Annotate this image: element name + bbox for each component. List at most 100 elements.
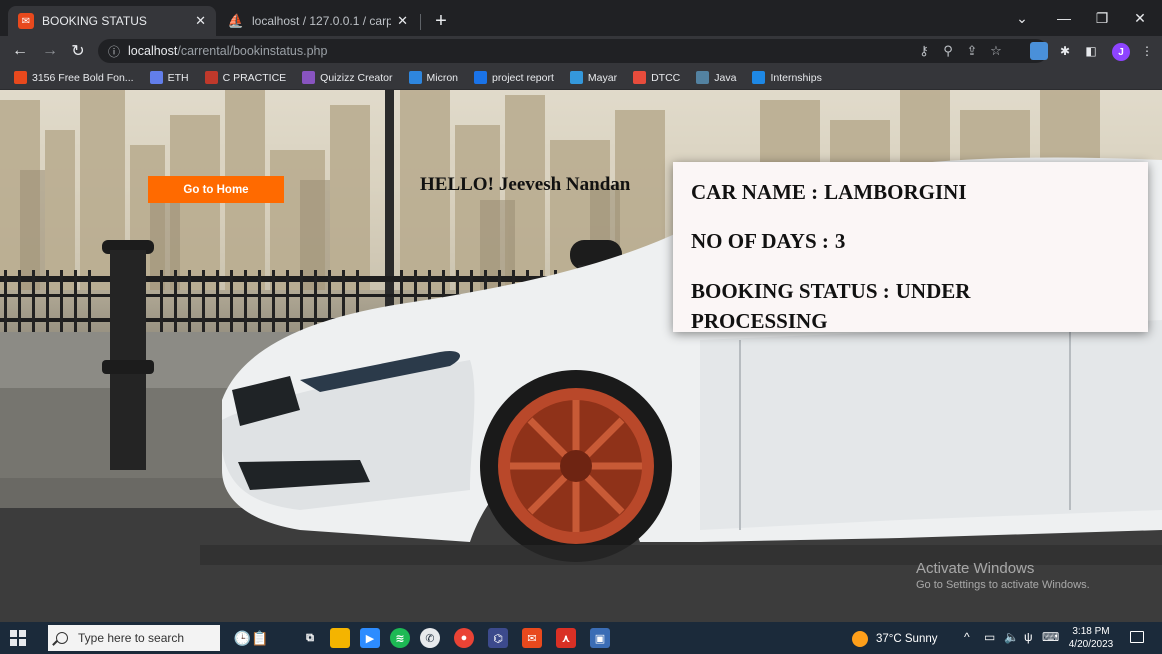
windows-start-button[interactable] bbox=[10, 630, 26, 646]
file-explorer-icon[interactable] bbox=[330, 628, 350, 648]
extension-icon[interactable] bbox=[1030, 42, 1048, 60]
bookmark-label: Java bbox=[714, 71, 737, 84]
menu-kebab-icon[interactable]: ⋮ bbox=[1138, 42, 1156, 60]
bookmark-label: Mayar bbox=[587, 71, 618, 84]
whatsapp-icon[interactable]: ✆ bbox=[420, 628, 440, 648]
bookmark-label: Quizizz Creator bbox=[320, 71, 393, 84]
reload-icon: ↻ bbox=[71, 43, 85, 60]
watermark-subtitle: Go to Settings to activate Windows. bbox=[916, 579, 1090, 591]
side-panel-icon[interactable]: ◧ bbox=[1082, 42, 1100, 60]
bookmark-item[interactable]: Internships bbox=[752, 71, 822, 84]
greeting-heading: HELLO! Jeevesh Nandan bbox=[420, 174, 630, 196]
password-key-icon[interactable]: ⚷ bbox=[914, 41, 934, 61]
taskbar-widgets-icon[interactable]: 🕒📋 bbox=[228, 628, 274, 648]
car-name-label: CAR NAME : bbox=[691, 180, 819, 204]
minimize-icon: — bbox=[1057, 10, 1071, 26]
photos-icon[interactable]: ▣ bbox=[590, 628, 610, 648]
zoom-app-icon[interactable]: ▶ bbox=[360, 628, 380, 648]
days-value: 3 bbox=[834, 229, 846, 253]
user-name: Jeevesh Nandan bbox=[498, 174, 631, 195]
bookmark-favicon-icon bbox=[149, 71, 163, 84]
booking-status-page: Go to Home HELLO! Jeevesh Nandan CAR NAME… bbox=[0, 90, 1162, 622]
zoom-icon[interactable]: ⚲ bbox=[938, 41, 958, 61]
bookmark-favicon-icon bbox=[474, 71, 488, 84]
battery-icon[interactable]: ▭ bbox=[984, 630, 995, 644]
close-icon: ✕ bbox=[1134, 9, 1146, 26]
bookmark-favicon-icon bbox=[569, 71, 583, 84]
sun-icon bbox=[852, 631, 868, 647]
chrome-icon[interactable]: ● bbox=[454, 628, 474, 648]
reload-button[interactable]: ↻ bbox=[66, 39, 90, 63]
profile-avatar[interactable]: J bbox=[1112, 43, 1130, 61]
arrow-left-icon: ← bbox=[12, 42, 28, 59]
bookmark-label: C PRACTICE bbox=[222, 71, 287, 84]
tab-phpmyadmin[interactable]: ⛵ localhost / 127.0.0.1 / carproject ✕ bbox=[218, 6, 418, 36]
keyboard-icon[interactable]: ⌨ bbox=[1042, 630, 1059, 644]
forward-button[interactable]: → bbox=[38, 39, 62, 63]
info-icon[interactable]: ⓘ bbox=[108, 43, 120, 60]
bookmark-label: project report bbox=[492, 71, 554, 84]
bookmark-item[interactable]: Mayar bbox=[569, 71, 618, 84]
language-icon[interactable]: ψ bbox=[1024, 630, 1033, 644]
bookmark-item[interactable]: 3156 Free Bold Fon... bbox=[14, 71, 134, 84]
bookmark-favicon-icon bbox=[633, 71, 647, 84]
bookmark-item[interactable]: Java bbox=[696, 71, 736, 84]
tab-title: BOOKING STATUS bbox=[42, 14, 147, 28]
weather-widget[interactable]: 37°C Sunny bbox=[852, 631, 938, 647]
xampp-icon[interactable]: ✉ bbox=[522, 628, 542, 648]
vscode-icon[interactable]: ⌬ bbox=[488, 628, 508, 648]
bookmark-item[interactable]: ETH bbox=[149, 71, 189, 84]
weather-text: 37°C Sunny bbox=[876, 633, 938, 645]
bookmark-item[interactable]: DTCC bbox=[633, 71, 680, 84]
close-tab-icon[interactable]: ✕ bbox=[195, 13, 206, 29]
tab-booking-status[interactable]: ✉ BOOKING STATUS ✕ bbox=[8, 6, 216, 36]
car-name-row: CAR NAME : LAMBORGINI bbox=[691, 178, 1130, 207]
bookmark-item[interactable]: Micron bbox=[408, 71, 459, 84]
close-window-button[interactable]: ✕ bbox=[1120, 6, 1160, 30]
taskbar-clock[interactable]: 3:18 PM 4/20/2023 bbox=[1066, 625, 1116, 651]
bookmark-favicon-icon bbox=[408, 71, 422, 84]
back-button[interactable]: ← bbox=[8, 39, 32, 63]
go-to-home-button[interactable]: Go to Home bbox=[148, 176, 284, 203]
url-path: /carrental/bookinstatus.php bbox=[177, 44, 328, 58]
clock-date: 4/20/2023 bbox=[1068, 639, 1114, 650]
days-label: NO OF DAYS : bbox=[691, 229, 829, 253]
tab-divider bbox=[420, 14, 421, 30]
task-view-icon[interactable]: ⧉ bbox=[300, 628, 320, 648]
watermark-title: Activate Windows bbox=[916, 560, 1035, 577]
bookmark-label: Micron bbox=[426, 71, 459, 84]
windows-taskbar: Type here to search 🕒📋 ⧉ ▶ ≋ ✆ ● ⌬ ✉ ⋏ ▣… bbox=[0, 622, 1162, 654]
bookmark-favicon-icon bbox=[302, 71, 316, 84]
booking-status-row: BOOKING STATUS : UNDER PROCESSING bbox=[691, 276, 1051, 332]
restore-button[interactable]: ❐ bbox=[1082, 6, 1122, 30]
taskbar-search-box[interactable]: Type here to search bbox=[48, 625, 220, 651]
puzzle-icon[interactable]: ✱ bbox=[1056, 42, 1074, 60]
bookmark-favicon-icon bbox=[204, 71, 218, 84]
bookmark-item[interactable]: project report bbox=[474, 71, 554, 84]
tab-search-button[interactable]: ⌄ bbox=[1002, 6, 1042, 30]
clock-time: 3:18 PM bbox=[1072, 626, 1110, 637]
share-icon[interactable]: ⇪ bbox=[962, 41, 982, 61]
bookmark-label: DTCC bbox=[651, 71, 681, 84]
bookmark-star-icon[interactable]: ☆ bbox=[986, 41, 1006, 61]
bookmark-item[interactable]: Quizizz Creator bbox=[302, 71, 393, 84]
notification-icon[interactable] bbox=[1130, 631, 1144, 643]
spotify-icon[interactable]: ≋ bbox=[390, 628, 410, 648]
close-tab-icon[interactable]: ✕ bbox=[397, 13, 408, 29]
address-bar[interactable]: ⓘ localhost/carrental/bookinstatus.php bbox=[98, 39, 1048, 63]
tray-chevron-up-icon[interactable]: ^ bbox=[964, 630, 970, 644]
days-row: NO OF DAYS :3 bbox=[691, 227, 1130, 256]
restore-icon: ❐ bbox=[1095, 9, 1109, 26]
tab-title: localhost / 127.0.0.1 / carproject bbox=[252, 14, 392, 28]
arrow-right-icon: → bbox=[42, 42, 58, 59]
chevron-down-icon: ⌄ bbox=[1016, 9, 1028, 26]
volume-icon[interactable]: 🔈 bbox=[1004, 630, 1019, 644]
bookmarks-bar: 3156 Free Bold Fon... ETH C PRACTICE Quiziz… bbox=[0, 66, 1162, 90]
url-host: localhost bbox=[128, 44, 178, 58]
bookmark-item[interactable]: C PRACTICE bbox=[204, 71, 287, 84]
bookmark-label: Internships bbox=[770, 71, 822, 84]
minimize-button[interactable]: — bbox=[1044, 6, 1084, 30]
acrobat-icon[interactable]: ⋏ bbox=[556, 628, 576, 648]
booking-status-card: CAR NAME : LAMBORGINI NO OF DAYS :3 BOOKI… bbox=[673, 162, 1148, 332]
new-tab-button[interactable]: + bbox=[428, 8, 454, 34]
